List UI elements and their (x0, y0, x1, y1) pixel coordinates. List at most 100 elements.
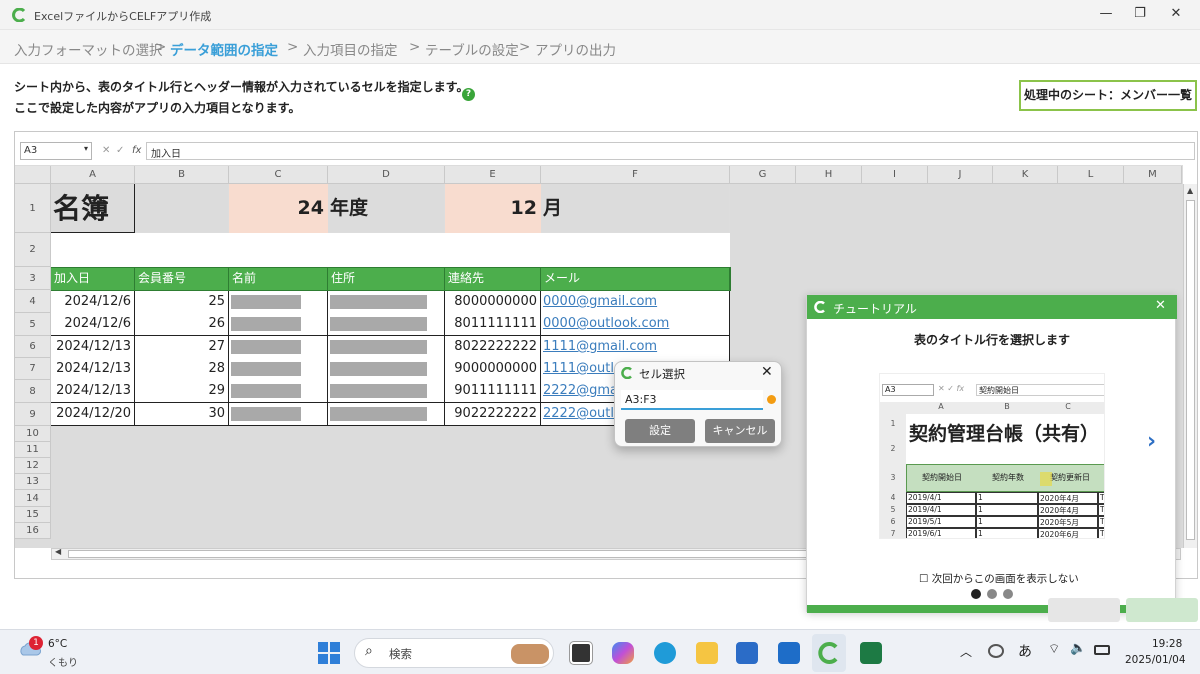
formula-input[interactable]: 加入日 (146, 142, 1195, 160)
cell-name[interactable] (229, 380, 328, 403)
windows-start-icon[interactable] (318, 642, 340, 664)
cell-member-no[interactable]: 25 (135, 291, 229, 314)
page-dot-1[interactable] (971, 589, 981, 599)
ime-indicator[interactable]: あ (1018, 641, 1032, 661)
set-button[interactable]: 設定 (625, 419, 695, 443)
email-link[interactable]: 0000@outlook.com (543, 316, 669, 331)
row-2-empty[interactable] (51, 233, 730, 267)
cell-name[interactable] (229, 358, 328, 381)
col-header-g[interactable]: G (730, 166, 796, 184)
page-dot-3[interactable] (1003, 589, 1013, 599)
cell-contact[interactable]: 8022222222 (445, 336, 541, 359)
email-link[interactable]: 2222@outlo (543, 406, 622, 421)
cell-address[interactable] (328, 403, 445, 426)
cell-member-no[interactable]: 26 (135, 313, 229, 336)
row-header-11[interactable]: 11 (15, 442, 51, 458)
email-link[interactable]: 0000@gmail.com (543, 294, 657, 309)
copilot-icon[interactable] (612, 642, 634, 664)
cell-member-no[interactable]: 28 (135, 358, 229, 381)
maximize-button[interactable]: ❐ (1130, 6, 1150, 21)
row-header-4[interactable]: 4 (15, 290, 51, 313)
outlook-icon[interactable] (778, 642, 800, 664)
next-button[interactable] (1126, 598, 1198, 622)
col-header-a[interactable]: A (51, 166, 135, 184)
cell-member-no[interactable]: 30 (135, 403, 229, 426)
row-header-1[interactable]: 1 (15, 184, 51, 233)
volume-icon[interactable]: 🔈 (1070, 641, 1086, 656)
taskbar-search[interactable]: ⌕ 検索 (354, 638, 554, 668)
header-email[interactable]: メール (541, 268, 730, 290)
row-header-15[interactable]: 15 (15, 507, 51, 523)
col-header-k[interactable]: K (993, 166, 1058, 184)
email-link[interactable]: 2222@gmai (543, 383, 622, 398)
vertical-scrollbar[interactable]: ▲ (1183, 184, 1197, 548)
wifi-icon[interactable]: ⌔ (1048, 641, 1060, 657)
tutorial-close-icon[interactable]: ✕ (1155, 298, 1166, 313)
row-header-14[interactable]: 14 (15, 490, 51, 507)
header-name[interactable]: 名前 (229, 268, 328, 290)
cell-contact[interactable]: 8000000000 (445, 291, 541, 314)
store-icon[interactable] (736, 642, 758, 664)
cell-address[interactable] (328, 358, 445, 381)
next-arrow-icon[interactable]: › (1147, 429, 1156, 454)
back-button[interactable] (1048, 598, 1120, 622)
col-header-j[interactable]: J (928, 166, 993, 184)
cancel-button[interactable]: キャンセル (705, 419, 775, 443)
dialog-close-icon[interactable]: ✕ (761, 364, 773, 380)
cell-join-date[interactable]: 2024/12/13 (51, 380, 135, 403)
header-address[interactable]: 住所 (328, 268, 445, 290)
celf-taskbar-active[interactable] (812, 634, 846, 672)
cell-member-no[interactable]: 29 (135, 380, 229, 403)
temperature[interactable]: 6°C (48, 638, 67, 650)
range-picker-icon[interactable] (767, 395, 776, 404)
cell-email[interactable]: 1111@gmail.com (541, 336, 730, 359)
row-header-9[interactable]: 9 (15, 403, 51, 426)
cell-contact[interactable]: 9000000000 (445, 358, 541, 381)
cell-contact[interactable]: 9022222222 (445, 403, 541, 426)
year-value[interactable]: 24 (229, 184, 328, 233)
row-header-13[interactable]: 13 (15, 474, 51, 490)
cell-join-date[interactable]: 2024/12/20 (51, 403, 135, 426)
confirm-icon[interactable]: ✓ (116, 145, 124, 156)
email-link[interactable]: 1111@outlo (543, 361, 622, 376)
fx-icon[interactable]: fx (132, 145, 141, 156)
row-header-7[interactable]: 7 (15, 358, 51, 380)
row-header-16[interactable]: 16 (15, 523, 51, 539)
page-dot-2[interactable] (987, 589, 997, 599)
range-input[interactable]: A3:F3 (621, 390, 763, 410)
month-value[interactable]: 12 (445, 184, 541, 233)
header-contact[interactable]: 連絡先 (445, 268, 541, 290)
cell-email[interactable]: 0000@gmail.com (541, 291, 730, 314)
cell-name[interactable] (229, 403, 328, 426)
cell-email[interactable]: 0000@outlook.com (541, 313, 730, 336)
excel-icon[interactable] (860, 642, 882, 664)
weather-text[interactable]: くもり (48, 654, 78, 669)
cell-address[interactable] (328, 380, 445, 403)
cell-contact[interactable]: 9011111111 (445, 380, 541, 403)
row-header-5[interactable]: 5 (15, 313, 51, 336)
col-header-h[interactable]: H (796, 166, 862, 184)
col-header-m[interactable]: M (1124, 166, 1182, 184)
file-explorer-icon[interactable] (696, 642, 718, 664)
clock-time[interactable]: 19:28 (1152, 638, 1182, 650)
row-header-8[interactable]: 8 (15, 380, 51, 403)
col-header-c[interactable]: C (229, 166, 328, 184)
edge-icon[interactable] (654, 642, 676, 664)
battery-icon[interactable] (1094, 645, 1110, 655)
row-header-3[interactable]: 3 (15, 267, 51, 290)
cell-join-date[interactable]: 2024/12/13 (51, 336, 135, 359)
row-header-2[interactable]: 2 (15, 233, 51, 267)
cell-join-date[interactable]: 2024/12/13 (51, 358, 135, 381)
cell-join-date[interactable]: 2024/12/6 (51, 313, 135, 336)
select-all-corner[interactable] (15, 166, 51, 184)
col-header-e[interactable]: E (445, 166, 541, 184)
row-header-6[interactable]: 6 (15, 336, 51, 358)
row-header-12[interactable]: 12 (15, 458, 51, 474)
col-header-f[interactable]: F (541, 166, 730, 184)
header-member-no[interactable]: 会員番号 (135, 268, 229, 290)
col-header-d[interactable]: D (328, 166, 445, 184)
email-link[interactable]: 1111@gmail.com (543, 339, 657, 354)
clock-date[interactable]: 2025/01/04 (1125, 654, 1186, 666)
chevron-up-icon[interactable]: ︿ (960, 643, 972, 660)
cell-contact[interactable]: 8011111111 (445, 313, 541, 336)
